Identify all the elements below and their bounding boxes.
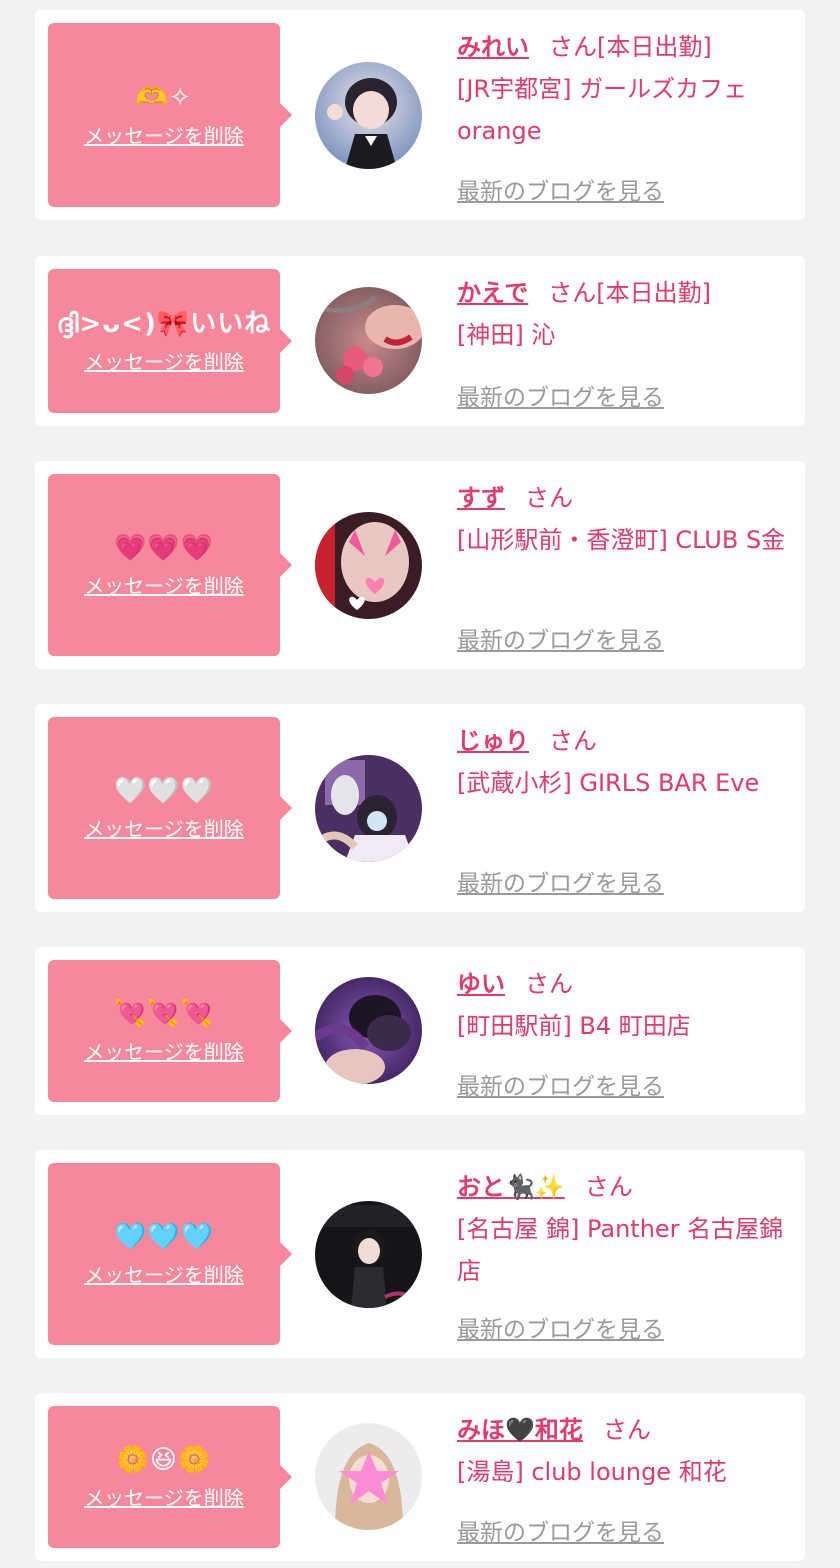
avatar[interactable]	[315, 977, 422, 1084]
delete-message-link[interactable]: メッセージを削除	[84, 1485, 244, 1511]
message-text: ദ്ദി>ᴗ<)🎀いいね	[56, 309, 272, 339]
view-blog-link[interactable]: 最新のブログを見る	[457, 621, 664, 655]
message-card: 🤍🤍🤍 メッセージを削除 じゅり さん [武蔵小杉] GIRLS BAR Eve …	[35, 704, 805, 912]
message-bubble: 💗💗💗 メッセージを削除	[48, 474, 292, 656]
message-text: 🤍🤍🤍	[113, 776, 215, 806]
honorific: さん	[525, 484, 573, 512]
message-text: 💗💗💗	[113, 533, 215, 563]
delete-message-link[interactable]: メッセージを削除	[84, 1262, 244, 1288]
delete-message-link[interactable]: メッセージを削除	[84, 349, 244, 375]
avatar-image	[315, 1423, 422, 1530]
view-blog-link[interactable]: 最新のブログを見る	[457, 378, 664, 412]
delete-message-link[interactable]: メッセージを削除	[84, 1039, 244, 1065]
shop-name: [神田] 沁	[457, 321, 556, 349]
avatar[interactable]	[315, 1423, 422, 1530]
message-bubble: 🩵🩵🩵 メッセージを削除	[48, 1163, 292, 1345]
card-info: じゅり さん [武蔵小杉] GIRLS BAR Eve	[457, 720, 793, 804]
avatar-image	[315, 1201, 422, 1308]
message-bubble: 🤍🤍🤍 メッセージを削除	[48, 717, 292, 899]
shop-name: [湯島] club lounge 和花	[457, 1458, 727, 1486]
shop-name: [武蔵小杉] GIRLS BAR Eve	[457, 769, 760, 797]
honorific: さん	[584, 1173, 633, 1201]
card-info: おと🐈‍⬛✨ さん [名古屋 錦] Panther 名古屋錦店	[457, 1166, 793, 1292]
message-bubble: 🌼😆🌼 メッセージを削除	[48, 1406, 292, 1548]
status-tag: [本日出勤]	[596, 279, 712, 307]
cast-name-link[interactable]: かえで	[457, 279, 528, 307]
view-blog-link[interactable]: 最新のブログを見る	[457, 1310, 664, 1344]
card-info: かえで さん[本日出勤] [神田] 沁	[457, 272, 793, 356]
card-info: すず さん [山形駅前・香澄町] CLUB S金	[457, 477, 793, 561]
cast-name-link[interactable]: ゆい	[457, 970, 505, 998]
message-card: 🌼😆🌼 メッセージを削除 みほ🖤和花 さん [湯島] club lounge 和花…	[35, 1393, 805, 1561]
cast-name-link[interactable]: みれい	[457, 33, 529, 61]
card-info: みれい さん[本日出勤] [JR宇都宮] ガールズカフェ orange	[457, 26, 793, 152]
delete-message-link[interactable]: メッセージを削除	[84, 816, 244, 842]
avatar[interactable]	[315, 755, 422, 862]
message-bubble: 🫶✧ メッセージを削除	[48, 23, 292, 207]
card-info: みほ🖤和花 さん [湯島] club lounge 和花	[457, 1409, 793, 1493]
delete-message-link[interactable]: メッセージを削除	[84, 573, 244, 599]
avatar[interactable]	[315, 1201, 422, 1308]
avatar-image	[315, 287, 422, 394]
message-text: 🫶✧	[135, 83, 193, 113]
view-blog-link[interactable]: 最新のブログを見る	[457, 864, 664, 898]
avatar[interactable]	[315, 287, 422, 394]
avatar-image	[315, 512, 422, 619]
message-text: 🩵🩵🩵	[113, 1222, 215, 1252]
avatar[interactable]	[315, 512, 422, 619]
delete-message-link[interactable]: メッセージを削除	[84, 123, 244, 149]
avatar-image	[315, 755, 422, 862]
view-blog-link[interactable]: 最新のブログを見る	[457, 1513, 664, 1547]
view-blog-link[interactable]: 最新のブログを見る	[457, 1067, 664, 1101]
message-card: 💗💗💗 メッセージを削除 すず さん [山形駅前・香澄町] CLUB S金 最新の…	[35, 461, 805, 669]
view-blog-link[interactable]: 最新のブログを見る	[457, 172, 664, 206]
shop-name: [JR宇都宮] ガールズカフェ orange	[457, 75, 748, 145]
cast-name-link[interactable]: みほ🖤和花	[457, 1416, 583, 1444]
honorific: さん	[525, 970, 573, 998]
message-list: 🫶✧ メッセージを削除 みれい さん[本日出勤] [JR宇都宮] ガールズカフェ …	[0, 0, 840, 1568]
message-card: ദ്ദി>ᴗ<)🎀いいね メッセージを削除 かえで さん[本日出勤] [神田] 沁…	[35, 256, 805, 426]
shop-name: [名古屋 錦] Panther 名古屋錦店	[457, 1215, 784, 1285]
message-card: 💘💘💘 メッセージを削除 ゆい さん [町田駅前] B4 町田店 最新のブログを見…	[35, 947, 805, 1115]
honorific: さん	[549, 33, 597, 61]
message-text: 🌼😆🌼	[116, 1445, 212, 1475]
cast-name-link[interactable]: じゅり	[457, 727, 529, 755]
message-bubble: 💘💘💘 メッセージを削除	[48, 960, 292, 1102]
message-card: 🩵🩵🩵 メッセージを削除 おと🐈‍⬛✨ さん [名古屋 錦] Panther 名古…	[35, 1150, 805, 1358]
avatar-image	[315, 977, 422, 1084]
honorific: さん	[548, 279, 597, 307]
honorific: さん	[549, 727, 597, 755]
status-tag: [本日出勤]	[597, 33, 712, 61]
shop-name: [山形駅前・香澄町] CLUB S金	[457, 526, 786, 554]
shop-name: [町田駅前] B4 町田店	[457, 1012, 691, 1040]
honorific: さん	[602, 1416, 651, 1444]
card-info: ゆい さん [町田駅前] B4 町田店	[457, 963, 793, 1047]
avatar[interactable]	[315, 62, 422, 169]
cast-name-link[interactable]: おと🐈‍⬛✨	[457, 1173, 565, 1201]
message-card: 🫶✧ メッセージを削除 みれい さん[本日出勤] [JR宇都宮] ガールズカフェ …	[35, 10, 805, 220]
message-bubble: ദ്ദി>ᴗ<)🎀いいね メッセージを削除	[48, 269, 292, 413]
message-text: 💘💘💘	[113, 999, 215, 1029]
cast-name-link[interactable]: すず	[457, 484, 505, 512]
avatar-image	[315, 62, 422, 169]
